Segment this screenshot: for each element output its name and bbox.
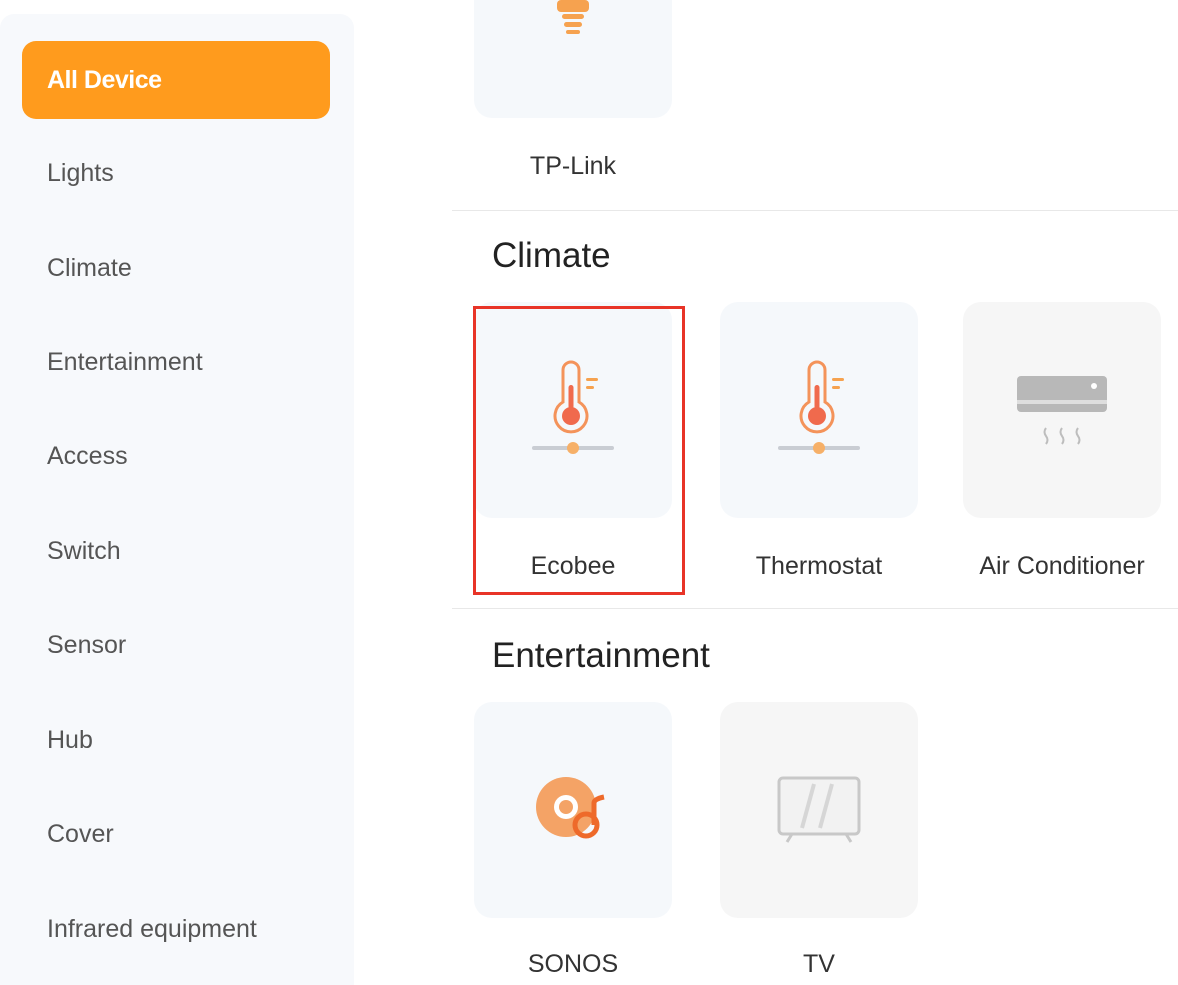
category-sidebar: All Device Lights Climate Entertainment … xyxy=(0,14,354,985)
sidebar-item-entertainment[interactable]: Entertainment xyxy=(22,323,330,401)
sidebar-item-access[interactable]: Access xyxy=(22,417,330,495)
sidebar-item-label: Access xyxy=(47,441,128,470)
device-card-thermostat[interactable] xyxy=(720,302,918,518)
section-title-climate: Climate xyxy=(492,236,611,275)
device-card-tv[interactable] xyxy=(720,702,918,918)
sidebar-item-label: Cover xyxy=(47,819,114,848)
sidebar-item-hub[interactable]: Hub xyxy=(22,701,330,779)
device-label: TV xyxy=(803,950,835,978)
sidebar-item-switch[interactable]: Switch xyxy=(22,512,330,590)
thermometer-icon xyxy=(532,360,614,454)
tv-icon xyxy=(777,776,861,843)
device-card-sonos[interactable] xyxy=(474,702,672,918)
bulb-icon xyxy=(557,0,589,34)
sidebar-item-infrared-equipment[interactable]: Infrared equipment xyxy=(22,890,330,968)
sidebar-item-all-device[interactable]: All Device xyxy=(22,41,330,119)
sidebar-item-label: Hub xyxy=(47,725,93,754)
section-divider xyxy=(452,210,1178,211)
sidebar-item-climate[interactable]: Climate xyxy=(22,229,330,307)
device-card-air-conditioner[interactable] xyxy=(963,302,1161,518)
device-label: TP-Link xyxy=(529,152,617,180)
device-card-ecobee[interactable] xyxy=(474,302,672,518)
sidebar-item-cover[interactable]: Cover xyxy=(22,795,330,873)
section-divider xyxy=(452,608,1178,609)
section-title-entertainment: Entertainment xyxy=(492,636,710,675)
air-conditioner-icon xyxy=(1017,376,1107,445)
device-list: TP-Link Climate Ecobee Thermostat Air Co… xyxy=(354,0,1178,985)
sidebar-item-label: Sensor xyxy=(47,630,127,659)
thermometer-icon xyxy=(778,360,860,454)
sidebar-item-label: Lights xyxy=(47,158,114,187)
sidebar-item-lights[interactable]: Lights xyxy=(22,134,330,212)
sidebar-item-label: Entertainment xyxy=(47,347,203,376)
sidebar-item-label: Infrared equipment xyxy=(47,914,257,943)
device-label: Thermostat xyxy=(755,552,883,580)
sidebar-item-label: Climate xyxy=(47,253,132,282)
sidebar-item-sensor[interactable]: Sensor xyxy=(22,606,330,684)
device-label: SONOS xyxy=(527,950,619,978)
device-card-tp-link[interactable] xyxy=(474,0,672,118)
device-label: Ecobee xyxy=(530,552,616,580)
sidebar-item-label: Switch xyxy=(47,536,121,565)
speaker-disc-icon xyxy=(536,777,605,839)
sidebar-item-label: All Device xyxy=(47,65,162,94)
device-label: Air Conditioner xyxy=(979,552,1145,580)
